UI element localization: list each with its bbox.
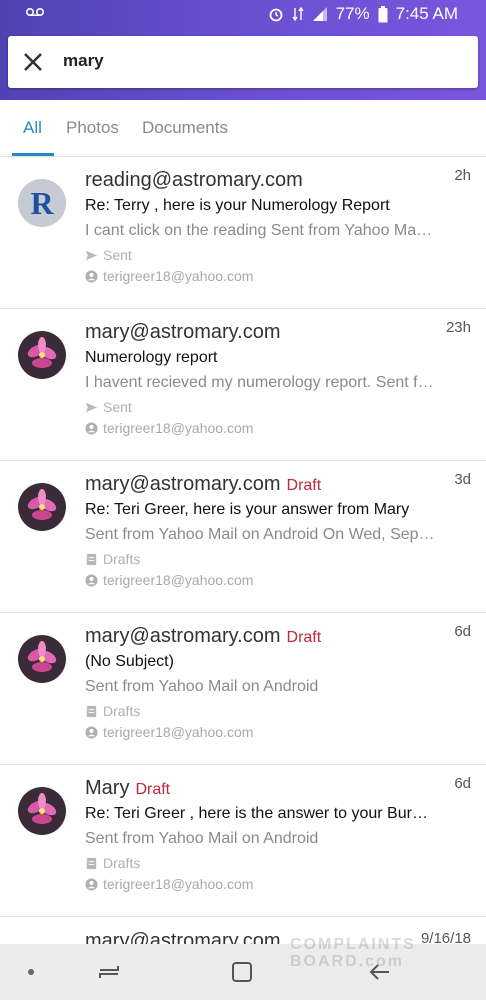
- account-icon: [85, 269, 98, 283]
- folder-name: Drafts: [103, 551, 141, 567]
- folder-name: Sent: [103, 247, 132, 263]
- send-icon: [85, 402, 98, 412]
- folder-label: Sent: [85, 399, 132, 415]
- sender: reading@astromary.com: [85, 169, 303, 191]
- list-item[interactable]: mary@astromary.com Draft 3d Re: Teri Gree…: [0, 461, 486, 613]
- folder-label: Sent: [85, 247, 132, 263]
- account-email: terigreer18@yahoo.com: [103, 876, 254, 892]
- alarm-icon: [269, 8, 282, 22]
- draft-badge: Draft: [286, 477, 322, 494]
- snippet: Sent from Yahoo Mail on Android: [85, 678, 319, 695]
- timestamp: 6d: [454, 623, 471, 640]
- results-list: R reading@astromary.com 2h Re: Terry , h…: [0, 157, 486, 917]
- snippet: Sent from Yahoo Mail on Android: [85, 830, 319, 847]
- recent-apps-icon[interactable]: [98, 962, 120, 982]
- subject: Re: Teri Greer , here is the answer to y…: [85, 805, 435, 822]
- timestamp: 23h: [445, 319, 471, 336]
- watermark-line2: BOARD.com: [290, 953, 405, 970]
- timestamp: 3d: [454, 471, 471, 488]
- list-item[interactable]: mary@astromary.com 23h Numerology report…: [0, 309, 486, 461]
- subject: Re: Teri Greer, here is your answer from…: [85, 501, 410, 518]
- folder-name: Drafts: [103, 703, 141, 719]
- folder-label: Drafts: [85, 551, 140, 567]
- tab-documents[interactable]: Documents: [142, 118, 228, 138]
- data-icon: [292, 6, 304, 22]
- signal-icon: [312, 7, 327, 21]
- account-label: terigreer18@yahoo.com: [85, 268, 253, 284]
- list-item[interactable]: Mary Draft 6d Re: Teri Greer , here is th…: [0, 765, 486, 917]
- draft-badge: Draft: [286, 629, 322, 646]
- avatar: [18, 787, 66, 835]
- timestamp: 2h: [454, 167, 471, 184]
- drafts-icon: [86, 857, 97, 869]
- search-bar[interactable]: mary: [8, 36, 478, 88]
- active-tab-indicator: [12, 153, 54, 156]
- avatar: [18, 483, 66, 531]
- account-label: terigreer18@yahoo.com: [85, 420, 253, 436]
- tab-all[interactable]: All: [23, 118, 42, 138]
- folder-label: Drafts: [85, 855, 140, 871]
- timestamp: 6d: [454, 775, 471, 792]
- battery-icon: [378, 5, 388, 22]
- snippet: Sent from Yahoo Mail on Android On Wed, …: [85, 526, 435, 543]
- nav-dot-icon[interactable]: [28, 969, 34, 975]
- account-label: terigreer18@yahoo.com: [85, 572, 253, 588]
- sender: Mary Draft: [85, 777, 171, 799]
- tab-photos[interactable]: Photos: [66, 118, 119, 138]
- list-item[interactable]: mary@astromary.com Draft 6d (No Subject) …: [0, 613, 486, 765]
- subject: Numerology report: [85, 349, 218, 366]
- folder-label: Drafts: [85, 703, 140, 719]
- account-label: terigreer18@yahoo.com: [85, 724, 253, 740]
- sender: mary@astromary.com: [85, 321, 281, 343]
- account-label: terigreer18@yahoo.com: [85, 876, 253, 892]
- clock: 7:45 AM: [395, 4, 458, 23]
- app-header: 77% 7:45 AM mary: [0, 0, 486, 100]
- subject: Re: Terry , here is your Numerology Repo…: [85, 197, 390, 214]
- account-icon: [85, 421, 98, 435]
- tab-bar: All Photos Documents: [0, 100, 486, 157]
- snippet: I cant click on the reading Sent from Ya…: [85, 222, 435, 239]
- account-icon: [85, 877, 98, 891]
- avatar: R: [18, 179, 66, 227]
- drafts-icon: [86, 553, 97, 565]
- avatar-letter: R: [30, 185, 54, 221]
- close-icon[interactable]: [22, 51, 44, 73]
- voicemail-icon: [26, 8, 44, 16]
- watermark: COMPLAINTS BOARD.com: [290, 936, 416, 970]
- folder-name: Drafts: [103, 855, 141, 871]
- avatar: [18, 331, 66, 379]
- search-input[interactable]: mary: [63, 51, 104, 71]
- list-item[interactable]: R reading@astromary.com 2h Re: Terry , h…: [0, 157, 486, 309]
- account-icon: [85, 573, 98, 587]
- account-email: terigreer18@yahoo.com: [103, 268, 254, 284]
- account-email: terigreer18@yahoo.com: [103, 420, 254, 436]
- folder-name: Sent: [103, 399, 132, 415]
- snippet: I havent recieved my numerology report. …: [85, 374, 435, 391]
- home-icon[interactable]: [230, 960, 254, 984]
- sender: mary@astromary.com Draft: [85, 625, 322, 647]
- draft-badge: Draft: [135, 781, 171, 798]
- sender: mary@astromary.com Draft: [85, 473, 322, 495]
- battery-percent: 77%: [335, 4, 370, 23]
- status-bar: 77% 7:45 AM: [0, 0, 486, 30]
- account-email: terigreer18@yahoo.com: [103, 724, 254, 740]
- drafts-icon: [86, 705, 97, 717]
- watermark-line1: COMPLAINTS: [290, 936, 416, 953]
- subject: (No Subject): [85, 653, 174, 670]
- send-icon: [85, 250, 98, 260]
- avatar: [18, 635, 66, 683]
- account-email: terigreer18@yahoo.com: [103, 572, 254, 588]
- account-icon: [85, 725, 98, 739]
